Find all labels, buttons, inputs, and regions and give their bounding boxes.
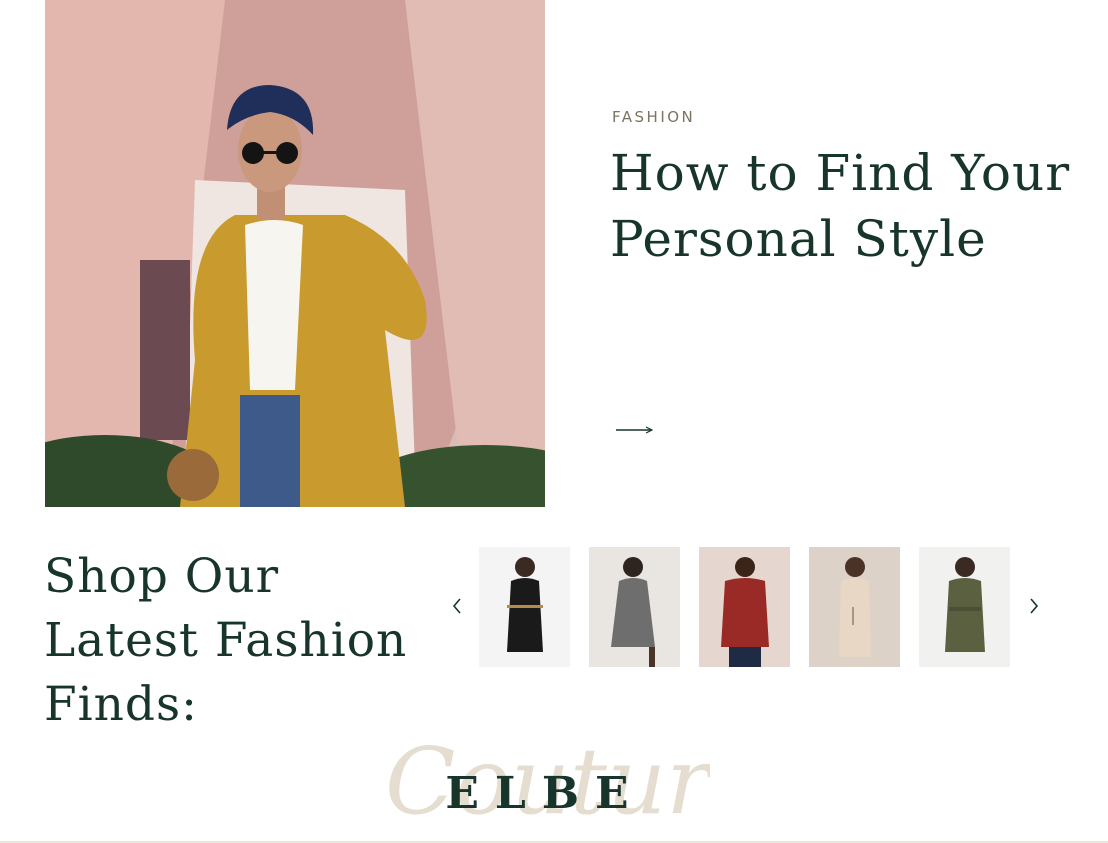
read-more-arrow-icon[interactable] bbox=[614, 420, 656, 440]
post-category[interactable]: FASHION bbox=[612, 108, 695, 126]
shop-heading: Shop Our Latest Fashion Finds: bbox=[44, 549, 408, 732]
hero-post-image[interactable] bbox=[45, 0, 545, 507]
product-thumbnail-beige-dress[interactable] bbox=[809, 547, 900, 667]
post-title[interactable]: How to Find Your Personal Style bbox=[610, 140, 1080, 272]
product-thumbnail-red-sweater[interactable] bbox=[699, 547, 790, 667]
product-thumbnail-grey-dress[interactable] bbox=[589, 547, 680, 667]
brand-name: ELBE bbox=[445, 768, 645, 819]
carousel-prev-chevron-icon[interactable] bbox=[448, 594, 466, 618]
carousel-next-chevron-icon[interactable] bbox=[1025, 594, 1043, 618]
product-thumbnail-black-dress[interactable] bbox=[479, 547, 570, 667]
product-thumbnail-olive-dress[interactable] bbox=[919, 547, 1010, 667]
brand-logo[interactable]: Couture ELBE bbox=[380, 728, 710, 843]
